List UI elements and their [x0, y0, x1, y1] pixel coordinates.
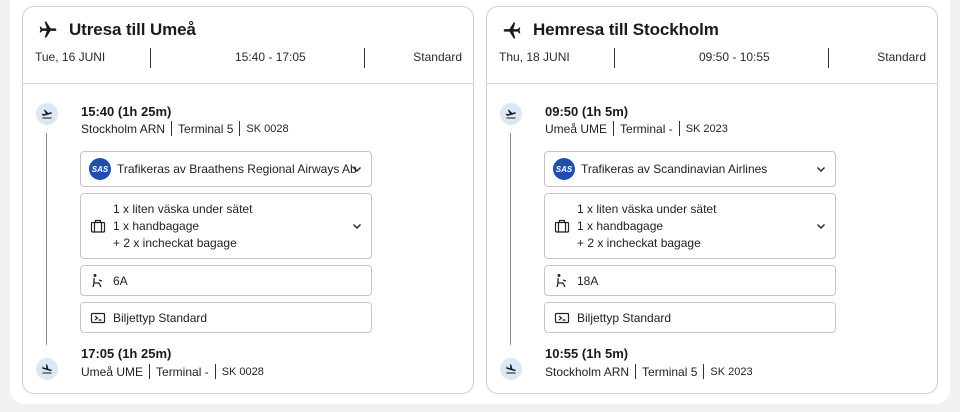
- return-card: Hemresa till Stockholm Thu, 18 JUNI 09:5…: [486, 6, 938, 394]
- arrival-airport: Stockholm ARN: [545, 364, 630, 379]
- arrival-flight-number: SK 2023: [710, 365, 753, 378]
- baggage-item: 1 x handbagage: [577, 219, 664, 233]
- arrival-duration: (1h 5m): [581, 346, 629, 361]
- divider: [171, 121, 173, 136]
- baggage-list: 1 x liten väska under sätet 1 x handbaga…: [113, 202, 252, 250]
- chevron-down-icon: [815, 220, 827, 232]
- header-divider: [487, 83, 937, 84]
- arrival-duration: (1h 25m): [117, 346, 172, 361]
- timeline-line: [46, 133, 47, 345]
- ticket-type-row[interactable]: Biljettyp Standard: [80, 302, 372, 333]
- arrival-flight-number: SK 0028: [221, 365, 264, 378]
- briefcase-icon: [553, 217, 571, 235]
- header-divider: [23, 83, 473, 84]
- arrival-time-value: 17:05: [81, 346, 115, 361]
- return-title: Hemresa till Stockholm: [533, 20, 719, 39]
- seat-icon: [553, 272, 571, 290]
- landing-icon: [36, 358, 58, 380]
- arrival-time: 17:05 (1h 25m): [81, 346, 171, 361]
- divider: [214, 364, 216, 379]
- baggage-item: + 2 x incheckat bagage: [577, 236, 701, 250]
- takeoff-icon: [500, 103, 522, 125]
- departure-flight-number: SK 2023: [685, 122, 728, 135]
- arrival-details: Stockholm ARN Terminal 5 SK 2023: [545, 364, 753, 379]
- divider: [149, 364, 151, 379]
- itinerary-page: Utresa till Umeå Tue, 16 JUNI 15:40 - 17…: [10, 0, 950, 404]
- arrival-airport: Umeå UME: [81, 364, 144, 379]
- departure-details: Umeå UME Terminal - SK 2023: [545, 121, 728, 136]
- briefcase-icon: [89, 217, 107, 235]
- departure-details: Stockholm ARN Terminal 5 SK 0028: [81, 121, 289, 136]
- chevron-down-icon: [351, 163, 363, 175]
- outbound-title: Utresa till Umeå: [69, 20, 196, 39]
- ticket-icon: [89, 309, 107, 327]
- seat-row[interactable]: 6A: [80, 265, 372, 296]
- operator-dropdown[interactable]: SAS Trafikeras av Braathens Regional Air…: [80, 151, 372, 187]
- outbound-meta: Tue, 16 JUNI 15:40 - 17:05 Standard: [23, 48, 473, 70]
- arrival-details: Umeå UME Terminal - SK 0028: [81, 364, 264, 379]
- departure-airport: Stockholm ARN: [81, 121, 166, 136]
- operator-dropdown[interactable]: SAS Trafikeras av Scandinavian Airlines: [544, 151, 836, 187]
- return-fare-class: Standard: [877, 50, 926, 64]
- ticket-type-label: Biljettyp Standard: [113, 310, 208, 325]
- divider: [828, 48, 829, 68]
- divider: [635, 364, 637, 379]
- baggage-dropdown[interactable]: 1 x liten väska under sätet 1 x handbaga…: [544, 193, 836, 259]
- return-title-row: Hemresa till Stockholm: [501, 19, 719, 41]
- baggage-item: 1 x liten väska under sätet: [577, 202, 717, 216]
- outbound-title-row: Utresa till Umeå: [37, 19, 196, 41]
- outbound-date: Tue, 16 JUNI: [35, 50, 106, 64]
- baggage-item: + 2 x incheckat bagage: [113, 236, 237, 250]
- baggage-list: 1 x liten väska under sätet 1 x handbaga…: [577, 202, 716, 250]
- ticket-icon: [553, 309, 571, 327]
- landing-icon: [500, 358, 522, 380]
- divider: [614, 48, 615, 68]
- seat-icon: [89, 272, 107, 290]
- outbound-card: Utresa till Umeå Tue, 16 JUNI 15:40 - 17…: [22, 6, 474, 394]
- operator-label: Trafikeras av Braathens Regional Airways…: [117, 162, 357, 176]
- return-time-range: 09:50 - 10:55: [699, 50, 770, 64]
- ticket-type-row[interactable]: Biljettyp Standard: [544, 302, 836, 333]
- divider: [239, 121, 241, 136]
- departure-time: 15:40 (1h 25m): [81, 104, 171, 119]
- chevron-down-icon: [815, 163, 827, 175]
- divider: [613, 121, 615, 136]
- departure-flight-number: SK 0028: [246, 122, 289, 135]
- departure-terminal: Terminal 5: [178, 121, 234, 136]
- seat-row[interactable]: 18A: [544, 265, 836, 296]
- arrival-time-value: 10:55: [545, 346, 579, 361]
- outbound-fare-class: Standard: [413, 50, 462, 64]
- baggage-item: 1 x handbagage: [113, 219, 200, 233]
- return-date: Thu, 18 JUNI: [499, 50, 570, 64]
- departure-airport: Umeå UME: [545, 121, 608, 136]
- operator-label: Trafikeras av Scandinavian Airlines: [581, 162, 768, 176]
- baggage-dropdown[interactable]: 1 x liten väska under sätet 1 x handbaga…: [80, 193, 372, 259]
- departure-terminal: Terminal -: [620, 121, 673, 136]
- return-meta: Thu, 18 JUNI 09:50 - 10:55 Standard: [487, 48, 937, 70]
- airplane-icon: [37, 19, 59, 41]
- seat-value: 18A: [577, 273, 599, 288]
- ticket-type-label: Biljettyp Standard: [577, 310, 672, 325]
- arrival-terminal: Terminal -: [156, 364, 209, 379]
- departure-time-value: 15:40: [81, 104, 115, 119]
- takeoff-icon: [36, 103, 58, 125]
- timeline-line: [510, 133, 511, 345]
- outbound-time-range: 15:40 - 17:05: [235, 50, 306, 64]
- chevron-down-icon: [351, 220, 363, 232]
- arrival-terminal: Terminal 5: [642, 364, 698, 379]
- seat-value: 6A: [113, 273, 128, 288]
- airplane-icon: [501, 19, 523, 41]
- divider: [703, 364, 705, 379]
- departure-duration: (1h 25m): [117, 104, 172, 119]
- airline-logo: SAS: [553, 158, 575, 180]
- divider: [150, 48, 151, 68]
- divider: [364, 48, 365, 68]
- airline-logo: SAS: [89, 158, 111, 180]
- departure-time: 09:50 (1h 5m): [545, 104, 628, 119]
- arrival-time: 10:55 (1h 5m): [545, 346, 628, 361]
- baggage-item: 1 x liten väska under sätet: [113, 202, 253, 216]
- departure-duration: (1h 5m): [581, 104, 629, 119]
- divider: [678, 121, 680, 136]
- departure-time-value: 09:50: [545, 104, 579, 119]
